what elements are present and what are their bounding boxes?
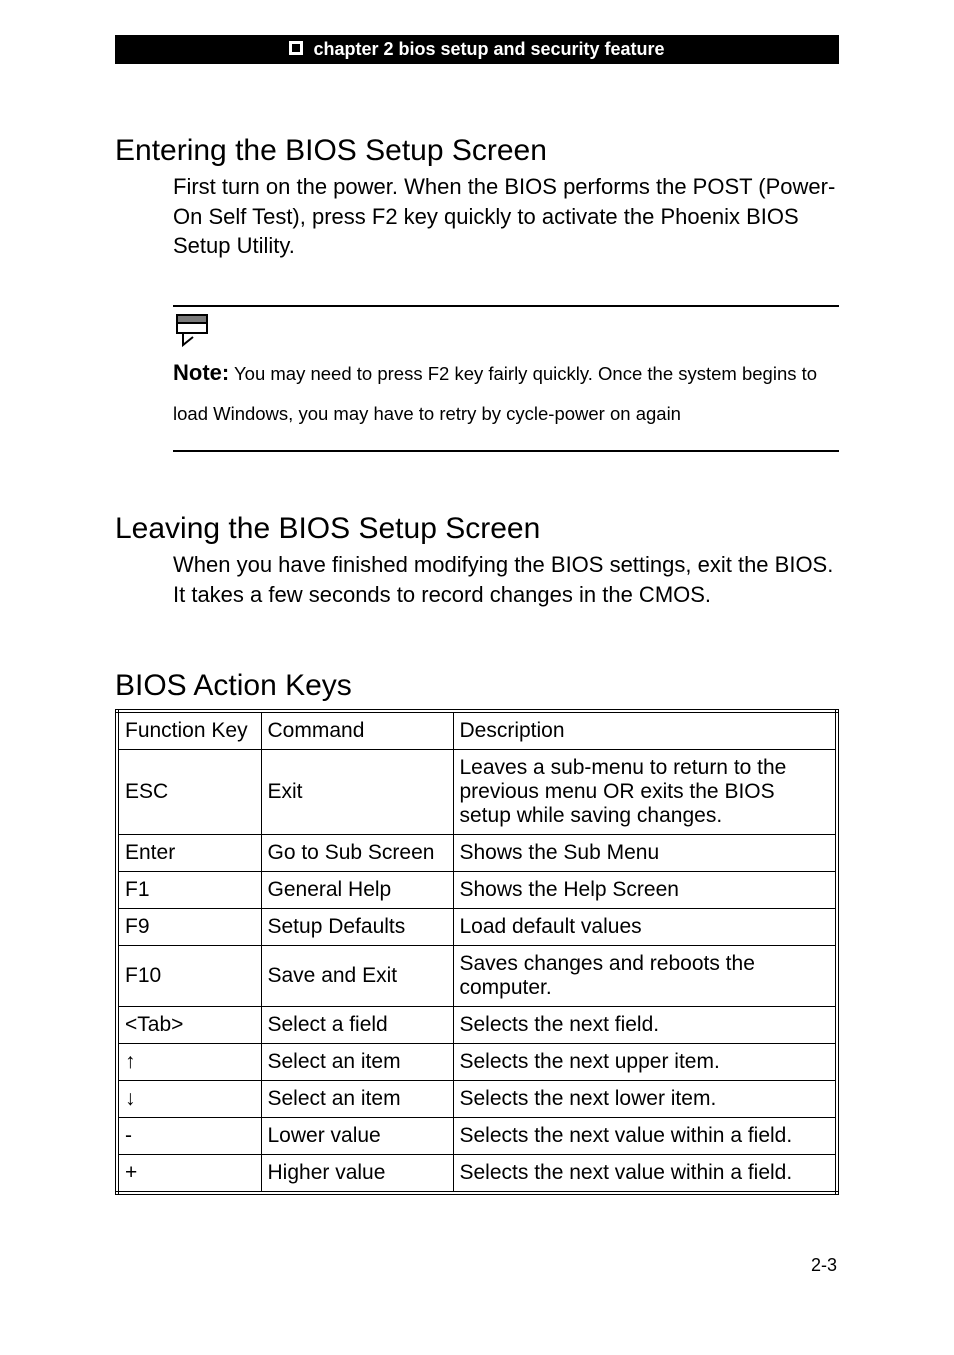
- cell-key: +: [117, 1155, 261, 1194]
- table-row: ↑ Select an item Selects the next upper …: [117, 1044, 837, 1081]
- heading-entering-bios: Entering the BIOS Setup Screen: [115, 134, 839, 168]
- table-row: ESC Exit Leaves a sub-menu to return to …: [117, 750, 837, 835]
- cell-key: Enter: [117, 835, 261, 872]
- cell-desc: Selects the next value within a field.: [453, 1155, 837, 1194]
- body-entering-bios: First turn on the power. When the BIOS p…: [173, 172, 839, 261]
- cell-key: ↓: [117, 1081, 261, 1118]
- cell-desc: Shows the Sub Menu: [453, 835, 837, 872]
- cell-cmd: Exit: [261, 750, 453, 835]
- table-row: Enter Go to Sub Screen Shows the Sub Men…: [117, 835, 837, 872]
- cell-cmd: General Help: [261, 872, 453, 909]
- heading-leaving-bios: Leaving the BIOS Setup Screen: [115, 512, 839, 546]
- page-number: 2-3: [115, 1255, 839, 1276]
- cell-cmd: Select an item: [261, 1081, 453, 1118]
- table-row: F1 General Help Shows the Help Screen: [117, 872, 837, 909]
- note-block: Note: You may need to press F2 key fairl…: [173, 305, 839, 452]
- cell-cmd: Save and Exit: [261, 946, 453, 1007]
- square-bullet-icon: [289, 39, 303, 60]
- chapter-title: chapter 2 bios setup and security featur…: [313, 39, 664, 60]
- cell-key: <Tab>: [117, 1007, 261, 1044]
- table-row: <Tab> Select a field Selects the next fi…: [117, 1007, 837, 1044]
- th-description: Description: [453, 711, 837, 750]
- chapter-header: chapter 2 bios setup and security featur…: [115, 35, 839, 64]
- body-leaving-bios: When you have finished modifying the BIO…: [173, 550, 839, 609]
- cell-desc: Selects the next upper item.: [453, 1044, 837, 1081]
- cell-desc: Selects the next lower item.: [453, 1081, 837, 1118]
- cell-desc: Leaves a sub-menu to return to the previ…: [453, 750, 837, 835]
- cell-key: F9: [117, 909, 261, 946]
- cell-cmd: Select an item: [261, 1044, 453, 1081]
- cell-cmd: Go to Sub Screen: [261, 835, 453, 872]
- cell-key: F10: [117, 946, 261, 1007]
- bios-action-keys-table: Function Key Command Description ESC Exi…: [115, 709, 839, 1195]
- table-row: + Higher value Selects the next value wi…: [117, 1155, 837, 1194]
- note-label: Note:: [173, 360, 229, 385]
- table-row: F10 Save and Exit Saves changes and rebo…: [117, 946, 837, 1007]
- table-header-row: Function Key Command Description: [117, 711, 837, 750]
- cell-desc: Load default values: [453, 909, 837, 946]
- note-text: Note: You may need to press F2 key fairl…: [173, 351, 839, 432]
- cell-key: ↑: [117, 1044, 261, 1081]
- table-row: ↓ Select an item Selects the next lower …: [117, 1081, 837, 1118]
- cell-cmd: Higher value: [261, 1155, 453, 1194]
- cell-cmd: Select a field: [261, 1007, 453, 1044]
- cell-key: -: [117, 1118, 261, 1155]
- cell-key: ESC: [117, 750, 261, 835]
- heading-action-keys: BIOS Action Keys: [115, 669, 839, 703]
- note-body: You may need to press F2 key fairly quic…: [173, 363, 817, 424]
- cell-desc: Shows the Help Screen: [453, 872, 837, 909]
- cell-cmd: Lower value: [261, 1118, 453, 1155]
- table-row: F9 Setup Defaults Load default values: [117, 909, 837, 946]
- cell-desc: Selects the next field.: [453, 1007, 837, 1044]
- th-command: Command: [261, 711, 453, 750]
- cell-desc: Saves changes and reboots the computer.: [453, 946, 837, 1007]
- th-function-key: Function Key: [117, 711, 261, 750]
- cell-key: F1: [117, 872, 261, 909]
- table-row: - Lower value Selects the next value wit…: [117, 1118, 837, 1155]
- cell-cmd: Setup Defaults: [261, 909, 453, 946]
- cell-desc: Selects the next value within a field.: [453, 1118, 837, 1155]
- note-icon: [173, 313, 839, 349]
